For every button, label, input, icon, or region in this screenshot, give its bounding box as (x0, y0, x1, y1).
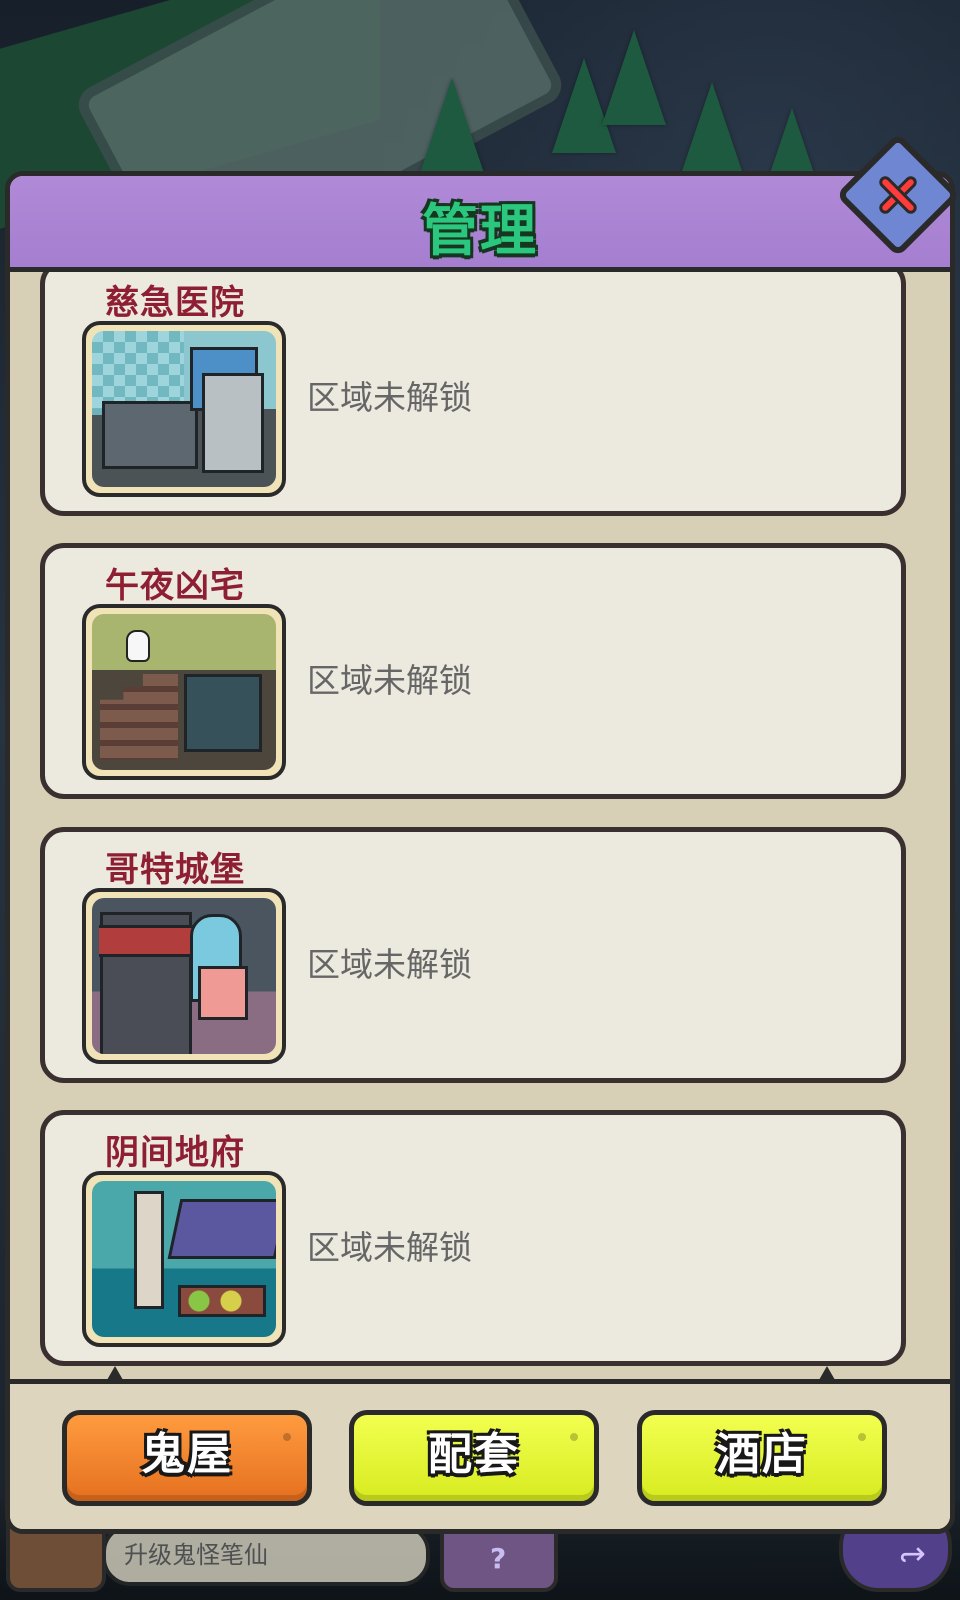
underworld-sign (134, 1191, 164, 1309)
hospital-desk (102, 401, 198, 469)
area-title: 午夜凶宅 (105, 566, 245, 606)
castle-tower (99, 912, 193, 1054)
tab-hotel[interactable]: 酒店 (637, 1410, 887, 1506)
house-stairs (100, 674, 178, 760)
ghost-icon (126, 630, 150, 662)
haunted-house-thumbnail-art (92, 614, 276, 770)
footer-tab-bar: 鬼屋 配套 酒店 (10, 1379, 950, 1529)
area-card[interactable]: 哥特城堡 区域未解锁 (40, 827, 906, 1083)
castle-thumbnail (82, 888, 286, 1064)
area-title: 阴间地府 (105, 1133, 245, 1173)
hospital-thumbnail (82, 321, 286, 497)
area-title: 慈急医院 (105, 283, 245, 323)
tree-icon (420, 78, 484, 173)
castle-chair (198, 966, 248, 1020)
house-table (184, 674, 262, 752)
tree-icon (680, 82, 744, 177)
management-dialog: 管理 慈急医院 区域未解锁 午夜凶宅 区域未解锁 哥特城堡 区域未解锁 阴间地府… (5, 171, 955, 1534)
dialog-header: 管理 (10, 176, 950, 272)
underworld-awning (167, 1199, 276, 1259)
tab-pointer-right (819, 1366, 835, 1380)
close-icon (870, 167, 926, 223)
area-status: 区域未解锁 (307, 378, 472, 417)
area-card[interactable]: 慈急医院 区域未解锁 (40, 272, 906, 516)
back-arrow-icon: ↩ (899, 1536, 926, 1574)
underworld-plates (178, 1285, 266, 1317)
area-list[interactable]: 慈急医院 区域未解锁 午夜凶宅 区域未解锁 哥特城堡 区域未解锁 阴间地府 区域… (10, 272, 950, 1379)
castle-thumbnail-art (92, 898, 276, 1054)
area-status: 区域未解锁 (307, 1228, 472, 1267)
underworld-thumbnail (82, 1171, 286, 1347)
area-card[interactable]: 午夜凶宅 区域未解锁 (40, 543, 906, 799)
page-title: 管理 (422, 199, 538, 264)
area-status: 区域未解锁 (307, 945, 472, 984)
hospital-cabinet (202, 373, 264, 473)
area-title: 哥特城堡 (105, 850, 245, 890)
area-status: 区域未解锁 (307, 661, 472, 700)
tree-icon (602, 30, 666, 125)
hospital-thumbnail-art (92, 331, 276, 487)
tab-facilities[interactable]: 配套 (349, 1410, 599, 1506)
haunted-house-thumbnail (82, 604, 286, 780)
underworld-thumbnail-art (92, 1181, 276, 1337)
tab-pointer-left (107, 1366, 123, 1380)
tab-haunted-house[interactable]: 鬼屋 (62, 1410, 312, 1506)
question-mark-icon: ? (490, 1542, 507, 1575)
area-card[interactable]: 阴间地府 区域未解锁 (40, 1110, 906, 1366)
